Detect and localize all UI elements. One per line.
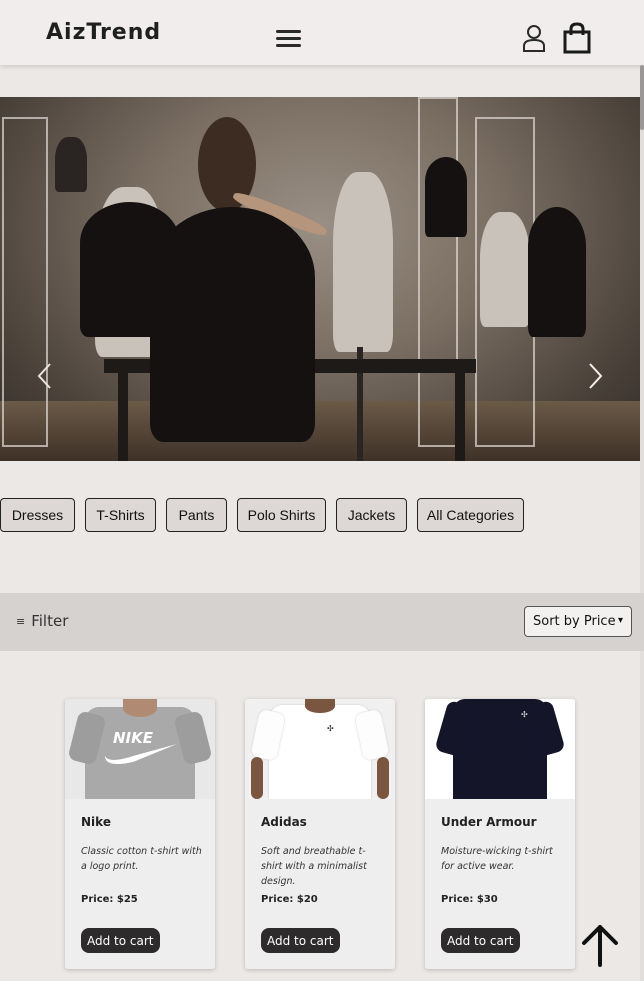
product-card[interactable]: NIKE Nike Classic cotton t-shirt with a … (65, 699, 215, 969)
product-description: Moisture-wicking t-shirt for active wear… (441, 846, 553, 872)
filter-button[interactable]: ≡ Filter (16, 612, 68, 630)
product-price: Price: $25 (81, 894, 138, 905)
hero-mannequin (480, 212, 530, 327)
category-dresses-button[interactable]: Dresses (0, 498, 75, 532)
category-polo-shirts-button[interactable]: Polo Shirts (237, 498, 326, 532)
product-image[interactable]: NIKE (65, 699, 215, 799)
hero-table-leg (455, 372, 465, 461)
skin-arm (377, 757, 389, 799)
site-header: AizTrend (0, 0, 644, 65)
filter-label: Filter (31, 612, 69, 630)
shopping-bag-icon[interactable] (562, 22, 592, 54)
product-image[interactable]: ✣ (245, 699, 395, 799)
swoosh-logo-icon (105, 744, 177, 764)
hero-mannequin-dress (528, 207, 586, 337)
product-card[interactable]: ✣ Adidas Soft and breathable t-shirt wit… (245, 699, 395, 969)
user-icon[interactable] (522, 24, 546, 52)
add-to-cart-button[interactable]: Add to cart (261, 928, 340, 953)
hamburger-menu-icon[interactable] (276, 28, 302, 48)
hero-table-leg (118, 372, 128, 461)
category-all-button[interactable]: All Categories (417, 498, 524, 532)
add-to-cart-button[interactable]: Add to cart (81, 928, 160, 953)
chevron-right-icon[interactable] (588, 362, 604, 390)
shirt-neck (305, 699, 335, 713)
product-card[interactable]: ✣ Under Armour Moisture-wicking t-shirt … (425, 699, 575, 969)
page-scrollbar[interactable] (640, 65, 644, 981)
filter-sliders-icon: ≡ (16, 614, 26, 628)
hero-rack (2, 117, 48, 447)
hero-mannequin (55, 137, 87, 192)
product-price: Price: $20 (261, 894, 318, 905)
product-name: Nike (81, 815, 111, 829)
chevron-down-icon: ▾ (617, 615, 623, 626)
filter-bar: ≡ Filter Sort by Price ▾ (0, 593, 644, 651)
category-pants-button[interactable]: Pants (166, 498, 227, 532)
logo[interactable]: AizTrend (46, 20, 161, 45)
arrow-up-icon[interactable] (580, 923, 620, 967)
skin-arm (251, 757, 263, 799)
add-to-cart-button[interactable]: Add to cart (441, 928, 520, 953)
trefoil-logo-icon: ✣ (327, 724, 334, 733)
hero-mannequin-dress (425, 157, 467, 237)
hero-banner (0, 97, 640, 461)
product-name: Under Armour (441, 815, 537, 829)
sort-selected-value: Sort by Price (533, 614, 616, 629)
product-description: Classic cotton t-shirt with a logo print… (81, 846, 202, 872)
ua-logo-icon: ✣ (521, 710, 528, 719)
category-jackets-button[interactable]: Jackets (336, 498, 407, 532)
product-price: Price: $30 (441, 894, 498, 905)
category-tshirts-button[interactable]: T-Shirts (85, 498, 156, 532)
scrollbar-thumb[interactable] (640, 65, 644, 130)
chevron-left-icon[interactable] (36, 362, 52, 390)
product-name: Adidas (261, 815, 307, 829)
sort-select[interactable]: Sort by Price ▾ (524, 606, 632, 637)
hero-floor (0, 401, 640, 461)
product-image[interactable]: ✣ (425, 699, 575, 799)
product-description: Soft and breathable t-shirt with a minim… (261, 846, 367, 887)
hero-woman-dress (150, 207, 315, 442)
shirt-neck (123, 699, 157, 717)
hero-rack (418, 97, 458, 447)
hero-mannequin (333, 172, 393, 352)
